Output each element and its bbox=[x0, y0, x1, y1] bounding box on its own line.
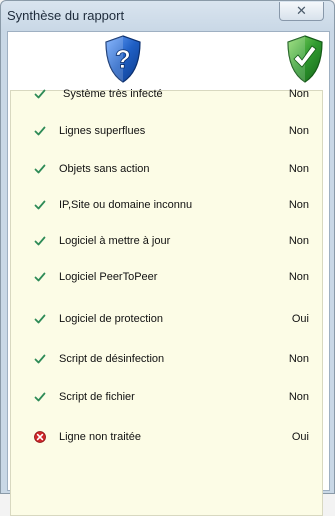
row-value: Oui bbox=[291, 431, 309, 443]
list-item: Logiciel PeerToPeer Non bbox=[11, 268, 322, 288]
list-item: IP,Site ou domaine inconnu Non bbox=[11, 196, 322, 216]
row-label: IP,Site ou domaine inconnu bbox=[59, 199, 193, 211]
row-label: Lignes superflues bbox=[59, 125, 146, 137]
close-button[interactable]: ✕ bbox=[279, 2, 324, 21]
list-item: Objets sans action Non bbox=[11, 160, 322, 180]
check-icon bbox=[34, 126, 46, 136]
row-label: Système très infecté bbox=[63, 88, 163, 100]
check-icon bbox=[34, 164, 46, 174]
question-shield-icon: ? bbox=[105, 35, 141, 83]
row-value: Oui bbox=[291, 313, 309, 325]
list-item: Ligne non traitée Oui bbox=[11, 428, 322, 448]
row-label: Logiciel PeerToPeer bbox=[59, 271, 158, 283]
row-value: Non bbox=[288, 271, 309, 283]
row-value: Non bbox=[288, 391, 309, 403]
row-value: Non bbox=[288, 125, 309, 137]
check-icon bbox=[34, 314, 46, 324]
check-icon bbox=[34, 236, 46, 246]
title-bar[interactable]: Synthèse du rapport ✕ bbox=[1, 1, 334, 33]
row-label: Logiciel de protection bbox=[59, 313, 163, 325]
row-value: Non bbox=[288, 88, 309, 100]
check-icon bbox=[34, 272, 46, 282]
list-item: Logiciel de protection Oui bbox=[11, 310, 322, 330]
error-icon bbox=[34, 431, 46, 443]
check-icon bbox=[34, 200, 46, 210]
row-label: Script de désinfection bbox=[59, 353, 165, 365]
window-title: Synthèse du rapport bbox=[7, 8, 125, 23]
status-header: ? bbox=[8, 32, 329, 88]
check-shield-icon bbox=[287, 35, 323, 83]
row-value: Non bbox=[288, 199, 309, 211]
row-label: Logiciel à mettre à jour bbox=[59, 235, 171, 247]
close-icon: ✕ bbox=[296, 3, 307, 18]
list-item: Script de fichier Non bbox=[11, 388, 322, 408]
row-value: Non bbox=[288, 235, 309, 247]
check-icon bbox=[34, 392, 46, 402]
window-content: ? Système très infecté Non Lignes superflu… bbox=[7, 31, 330, 516]
svg-text:?: ? bbox=[115, 44, 131, 74]
row-value: Non bbox=[288, 163, 309, 175]
check-icon bbox=[34, 354, 46, 364]
row-label: Ligne non traitée bbox=[59, 431, 141, 443]
list-item: Système très infecté Non bbox=[11, 85, 322, 105]
list-item: Logiciel à mettre à jour Non bbox=[11, 232, 322, 252]
results-panel: Système très infecté Non Lignes superflues… bbox=[10, 88, 323, 516]
report-summary-window: Synthèse du rapport ✕ ? Système très inf… bbox=[0, 0, 335, 516]
row-label: Objets sans action bbox=[59, 163, 150, 175]
check-icon bbox=[34, 89, 46, 99]
list-item: Script de désinfection Non bbox=[11, 350, 322, 370]
row-label: Script de fichier bbox=[59, 391, 135, 403]
list-item: Lignes superflues Non bbox=[11, 122, 322, 142]
row-value: Non bbox=[288, 353, 309, 365]
